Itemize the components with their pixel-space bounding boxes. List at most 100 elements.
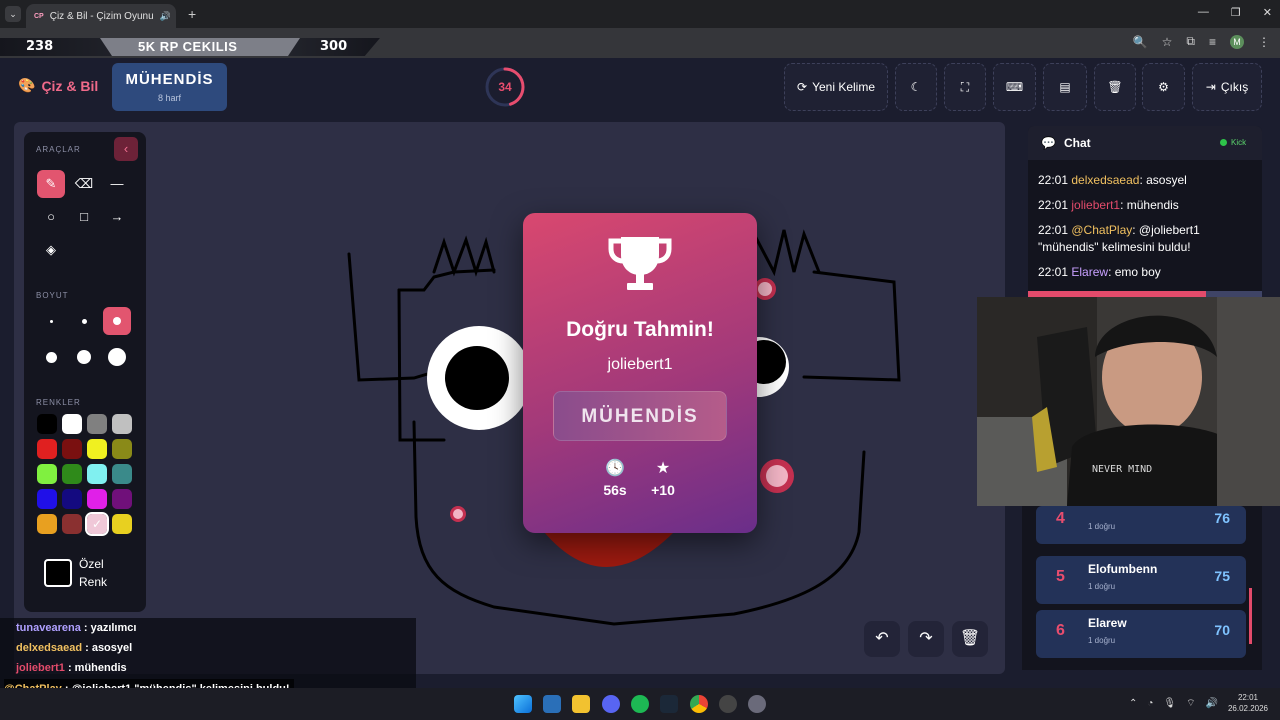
bookmark-star-icon[interactable]: ☆ <box>1162 35 1173 49</box>
clock-icon: 🕓 <box>605 460 625 477</box>
tab-favicon: CP <box>34 12 44 20</box>
discord-icon[interactable] <box>602 695 620 713</box>
points-value: +10 <box>651 482 675 498</box>
system-tray: ⌃ ◔ 🎙 ⌔ 🔊 22:01 26.02.2026 <box>1129 692 1268 714</box>
maximize-icon[interactable]: ❐ <box>1231 6 1241 19</box>
leaderboard-scrollbar[interactable] <box>1249 588 1252 644</box>
extensions-icon[interactable]: ⧉ <box>1186 34 1195 49</box>
size-option-2[interactable] <box>70 307 98 335</box>
color-swatch[interactable] <box>112 514 132 534</box>
taskbar-app-8[interactable] <box>719 695 737 713</box>
arrow-tool[interactable]: → <box>103 203 131 231</box>
leaderboard-row: 5 Elofumbenn 1 doğru 75 <box>1036 556 1246 604</box>
reading-list-icon[interactable]: ≡ <box>1209 35 1216 49</box>
brush-tool[interactable]: ✎ <box>37 170 65 198</box>
new-word-button[interactable]: ⟳ Yeni Kelime <box>784 63 888 111</box>
color-swatch[interactable] <box>37 464 57 484</box>
color-swatch[interactable] <box>37 414 57 434</box>
zoom-icon[interactable]: 🔍 <box>1133 35 1148 49</box>
volume-icon[interactable]: 🔊 <box>1206 698 1218 709</box>
stream-chat-username: joliebert1 <box>16 662 65 674</box>
colors-label: RENKLER <box>36 398 81 407</box>
wifi-icon[interactable]: ⌔ <box>1186 697 1195 710</box>
time-value: 56s <box>603 482 627 498</box>
word-length: 8 harf <box>157 93 181 103</box>
color-swatch[interactable] <box>87 414 107 434</box>
menu-icon[interactable]: ⋮ <box>1258 35 1270 49</box>
system-clock[interactable]: 22:01 26.02.2026 <box>1228 692 1268 714</box>
brush-icon: ✎ <box>45 176 57 191</box>
redo-button[interactable]: ↷ <box>908 621 944 657</box>
time-stat: 🕓 56s <box>595 458 635 498</box>
microphone-icon[interactable]: 🎙 <box>1163 698 1176 709</box>
fullscreen-button[interactable]: ⛶ <box>944 63 986 111</box>
color-swatch[interactable] <box>112 414 132 434</box>
chat-username[interactable]: joliebert1 <box>1071 198 1120 212</box>
start-button[interactable] <box>514 695 532 713</box>
color-swatch[interactable] <box>87 439 107 459</box>
platform-status: Kick <box>1220 138 1246 147</box>
size-option-6[interactable] <box>103 343 131 371</box>
network-icon[interactable]: ◔ <box>1147 698 1153 709</box>
exit-button[interactable]: ⇥ Çıkış <box>1192 63 1262 111</box>
fill-tool[interactable]: ◈ <box>37 236 65 264</box>
size-option-4[interactable] <box>37 343 65 371</box>
dark-mode-button[interactable]: ☾ <box>895 63 937 111</box>
eraser-tool[interactable]: ⌫ <box>70 170 98 198</box>
color-swatch[interactable] <box>37 489 57 509</box>
color-swatch[interactable] <box>62 414 82 434</box>
size-option-3[interactable] <box>103 307 131 335</box>
browser-tab[interactable]: CP Çiz & Bil - Çizim Oyunu 🔊 ✕ <box>26 4 176 28</box>
collapse-panel-button[interactable]: ‹ <box>114 137 138 161</box>
audio-icon[interactable]: 🔊 <box>160 11 171 22</box>
color-swatch[interactable] <box>87 489 107 509</box>
archive-button[interactable]: ▤ <box>1043 63 1087 111</box>
app-name: Çiz & Bil <box>41 77 99 94</box>
color-swatch[interactable] <box>37 439 57 459</box>
color-swatch[interactable]: ✓ <box>85 512 109 536</box>
color-swatch[interactable] <box>62 514 82 534</box>
undo-icon: ↶ <box>875 630 889 647</box>
spotify-icon[interactable] <box>631 695 649 713</box>
color-swatch[interactable] <box>37 514 57 534</box>
chat-message: 22:01 delxedsaead: asosyel <box>1038 172 1252 189</box>
new-tab-button[interactable]: + <box>188 6 196 22</box>
color-swatch[interactable] <box>112 464 132 484</box>
undo-button[interactable]: ↶ <box>864 621 900 657</box>
chat-time: 22:01 <box>1038 198 1069 212</box>
chrome-icon[interactable] <box>690 695 708 713</box>
delete-button[interactable]: 🗑 <box>1094 63 1136 111</box>
close-window-icon[interactable]: ✕ <box>1263 6 1272 19</box>
line-tool[interactable]: — <box>103 170 131 198</box>
clear-canvas-button[interactable]: 🗑 <box>952 621 988 657</box>
settings-button[interactable]: ⚙ <box>1142 63 1185 111</box>
keyboard-button[interactable]: ⌨ <box>993 63 1036 111</box>
tab-search-button[interactable]: ⌄ <box>5 6 21 22</box>
chat-message: 22:01 Elarew: emo boy <box>1038 264 1252 281</box>
color-swatch[interactable] <box>62 464 82 484</box>
settings-app-icon[interactable] <box>748 695 766 713</box>
chat-title-text: Chat <box>1063 136 1091 150</box>
chat-username[interactable]: Elarew <box>1071 265 1108 279</box>
square-tool[interactable]: □ <box>70 203 98 231</box>
color-swatch[interactable] <box>62 439 82 459</box>
size-option-5[interactable] <box>70 343 98 371</box>
chat-username[interactable]: delxedsaead <box>1071 173 1139 187</box>
profile-avatar[interactable]: M <box>1230 34 1244 49</box>
circle-tool[interactable]: ○ <box>37 203 65 231</box>
current-word: MÜHENDİS <box>125 71 214 88</box>
file-explorer-icon[interactable] <box>572 695 590 713</box>
chat-username[interactable]: @ChatPlay <box>1071 223 1132 237</box>
minimize-icon[interactable]: — <box>1198 6 1209 19</box>
size-option-1[interactable] <box>37 307 65 335</box>
chevron-up-icon[interactable]: ⌃ <box>1129 698 1137 709</box>
color-swatch[interactable] <box>112 439 132 459</box>
window-controls: — ❐ ✕ <box>1198 6 1272 19</box>
app-logo[interactable]: 🎨 Çiz & Bil <box>18 77 98 94</box>
color-swatch[interactable] <box>87 464 107 484</box>
custom-color-button[interactable] <box>44 559 72 587</box>
taskbar-app-1[interactable] <box>543 695 561 713</box>
color-swatch[interactable] <box>62 489 82 509</box>
steam-icon[interactable] <box>660 695 678 713</box>
color-swatch[interactable] <box>112 489 132 509</box>
